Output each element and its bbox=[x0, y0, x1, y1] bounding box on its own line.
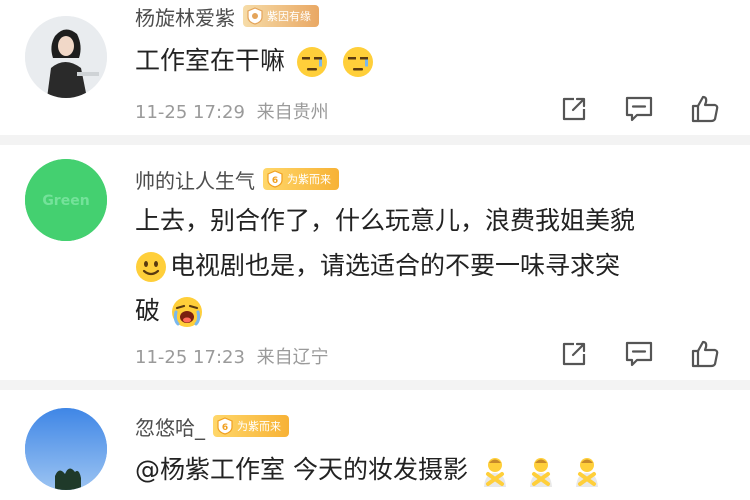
svg-text:6: 6 bbox=[222, 423, 228, 433]
comment-actions bbox=[560, 94, 720, 124]
comment-divider bbox=[0, 380, 750, 390]
comment-location: 来自辽宁 bbox=[256, 347, 329, 368]
badge-label: 为紫而来 bbox=[237, 420, 281, 433]
comment-text: @杨紫工作室 今天的妆发摄影 bbox=[135, 447, 720, 492]
avatar-green-icon: Green bbox=[25, 159, 107, 241]
avatar[interactable] bbox=[25, 408, 107, 490]
share-icon[interactable] bbox=[560, 340, 588, 368]
gesture-no-emoji-icon bbox=[529, 458, 552, 487]
comment-text-part: @杨紫工作室 今天的妆发摄影 bbox=[135, 455, 468, 484]
badge-label: 为紫而来 bbox=[287, 173, 331, 186]
reply-icon[interactable] bbox=[624, 340, 654, 368]
comment-text-line: 破 bbox=[135, 288, 720, 333]
svg-text:Green: Green bbox=[42, 193, 89, 209]
fan-level-icon: 6 bbox=[217, 417, 233, 435]
fan-badge[interactable]: 紫因有缘 bbox=[243, 5, 319, 27]
comment-date: 11-25 bbox=[135, 347, 188, 368]
username[interactable]: 忽悠哈_ bbox=[135, 412, 205, 441]
comment-divider bbox=[0, 135, 750, 145]
fan-badge[interactable]: 6 为紫而来 bbox=[263, 168, 339, 190]
speechless-emoji-icon bbox=[342, 47, 373, 77]
username[interactable]: 杨旋林爱紫 bbox=[135, 2, 235, 31]
gesture-no-emoji-icon bbox=[483, 458, 506, 487]
comment-text: 工作室在干嘛 bbox=[135, 38, 720, 83]
speechless-emoji-icon bbox=[296, 47, 327, 77]
comment-meta: 11-25 17:29 来自贵州 bbox=[135, 98, 329, 124]
comment-text-line: 电视剧也是，请选适合的不要一味寻求突 bbox=[135, 243, 720, 288]
share-icon[interactable] bbox=[560, 95, 588, 123]
comment-item: 杨旋林爱紫 紫因有缘 工作室在干嘛 11-25 17:29 来自贵州 bbox=[0, 0, 750, 135]
comment-actions bbox=[560, 339, 720, 369]
avatar-photo-icon bbox=[25, 16, 107, 98]
fan-level-icon: 6 bbox=[267, 170, 283, 188]
comment-time: 17:23 bbox=[193, 347, 245, 368]
comment-item: Green 帅的让人生气 6 为紫而来 上去，别合作了，什么玩意儿，浪费我姐美貌… bbox=[0, 145, 750, 380]
comment-time: 17:29 bbox=[193, 102, 245, 123]
gesture-no-emoji-icon bbox=[575, 458, 598, 487]
username[interactable]: 帅的让人生气 bbox=[135, 165, 255, 194]
smile-emoji-icon bbox=[136, 252, 166, 282]
comment-text-line: 上去，别合作了，什么玩意儿，浪费我姐美貌 bbox=[135, 206, 636, 235]
comment-text-part: 工作室在干嘛 bbox=[135, 46, 286, 75]
reply-icon[interactable] bbox=[624, 95, 654, 123]
badge-label: 紫因有缘 bbox=[267, 10, 311, 23]
avatar-sky-icon bbox=[25, 408, 107, 490]
avatar[interactable] bbox=[25, 16, 107, 98]
crying-emoji-icon bbox=[171, 297, 202, 327]
like-icon[interactable] bbox=[690, 339, 720, 369]
svg-text:6: 6 bbox=[272, 176, 278, 186]
like-icon[interactable] bbox=[690, 94, 720, 124]
comment-date: 11-25 bbox=[135, 102, 188, 123]
comment-text: 上去，别合作了，什么玩意儿，浪费我姐美貌 电视剧也是，请选适合的不要一味寻求突 … bbox=[135, 198, 720, 333]
fan-level-icon bbox=[247, 7, 263, 25]
comment-meta: 11-25 17:23 来自辽宁 bbox=[135, 343, 329, 369]
comment-item: 忽悠哈_ 6 为紫而来 @杨紫工作室 今天的妆发摄影 bbox=[0, 390, 750, 500]
comment-location: 来自贵州 bbox=[256, 102, 329, 123]
avatar[interactable]: Green bbox=[25, 159, 107, 241]
fan-badge[interactable]: 6 为紫而来 bbox=[213, 415, 289, 437]
